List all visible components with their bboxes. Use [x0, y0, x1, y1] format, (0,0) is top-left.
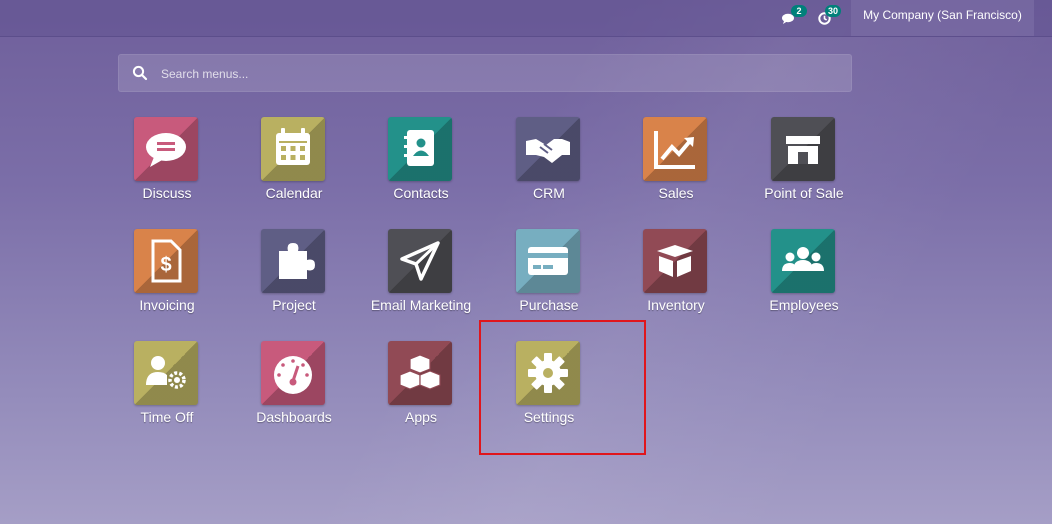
- app-label: Project: [272, 297, 316, 313]
- calendar-icon: [276, 128, 310, 165]
- app-purchase[interactable]: Purchase: [490, 229, 608, 329]
- credit-card-icon: [528, 247, 568, 275]
- handshake-icon: [526, 139, 570, 163]
- app-tile: [261, 229, 325, 293]
- app-tile: [388, 341, 452, 405]
- invoice-dollar-icon: $: [151, 239, 182, 283]
- app-apps[interactable]: Apps: [362, 341, 480, 441]
- trend-chart-icon: [654, 131, 695, 169]
- settings-highlight-box: [479, 320, 646, 455]
- app-email-marketing[interactable]: Email Marketing: [362, 229, 480, 329]
- app-tile: [388, 117, 452, 181]
- app-time-off[interactable]: Time Off: [108, 341, 226, 441]
- cubes-icon: [399, 354, 441, 390]
- app-label: Contacts: [393, 185, 449, 201]
- app-invoicing[interactable]: $ Invoicing: [108, 229, 226, 329]
- paper-plane-icon: [400, 241, 440, 281]
- app-tile: [388, 229, 452, 293]
- app-sales[interactable]: Sales: [617, 117, 735, 217]
- svg-text:$: $: [160, 254, 171, 276]
- app-tile: [516, 117, 580, 181]
- app-label: Calendar: [265, 185, 323, 201]
- app-label: Time Off: [140, 409, 194, 425]
- puzzle-icon: [279, 243, 315, 279]
- app-tile: [134, 341, 198, 405]
- app-project[interactable]: Project: [235, 229, 353, 329]
- user-gear-icon: [146, 356, 186, 389]
- app-tile: [643, 117, 707, 181]
- users-icon: [782, 247, 824, 271]
- app-label: Employees: [769, 297, 839, 313]
- app-label: CRM: [533, 185, 565, 201]
- activities-badge: 30: [825, 5, 842, 17]
- app-crm[interactable]: CRM: [490, 117, 608, 217]
- app-tile: [516, 229, 580, 293]
- app-label: Sales: [658, 185, 694, 201]
- app-contacts[interactable]: Contacts: [362, 117, 480, 217]
- app-tile: $: [134, 229, 198, 293]
- app-label: Invoicing: [139, 297, 195, 313]
- app-label: Inventory: [647, 297, 705, 313]
- app-tile: [134, 117, 198, 181]
- company-switcher[interactable]: My Company (San Francisco): [851, 0, 1034, 36]
- gauge-icon: [274, 356, 312, 394]
- app-tile: [643, 229, 707, 293]
- activities-button[interactable]: 30: [816, 5, 842, 27]
- app-label: Purchase: [519, 297, 579, 313]
- app-employees[interactable]: Employees: [745, 229, 863, 329]
- app-tile: [771, 117, 835, 181]
- search-input[interactable]: [159, 61, 763, 87]
- app-label: Dashboards: [256, 409, 332, 425]
- search-icon: [132, 65, 148, 81]
- top-navbar: 2 30 My Company (San Francisco): [0, 0, 1052, 37]
- app-inventory[interactable]: Inventory: [617, 229, 735, 329]
- app-label: Email Marketing: [370, 297, 472, 313]
- store-icon: [786, 136, 820, 164]
- search-bar[interactable]: [118, 54, 852, 92]
- messages-badge: 2: [791, 5, 807, 17]
- app-label: Apps: [405, 409, 437, 425]
- app-calendar[interactable]: Calendar: [235, 117, 353, 217]
- app-tile: [261, 117, 325, 181]
- app-discuss[interactable]: Discuss: [108, 117, 226, 217]
- box-icon: [657, 245, 693, 277]
- app-dashboards[interactable]: Dashboards: [235, 341, 353, 441]
- messages-button[interactable]: 2: [780, 5, 807, 27]
- app-label: Point of Sale: [764, 185, 844, 201]
- app-tile: [261, 341, 325, 405]
- address-book-icon: [404, 130, 434, 166]
- app-label: Discuss: [142, 185, 192, 201]
- chat-bubble-icon: [146, 133, 186, 167]
- app-tile: [771, 229, 835, 293]
- app-point-of-sale[interactable]: Point of Sale: [745, 117, 863, 217]
